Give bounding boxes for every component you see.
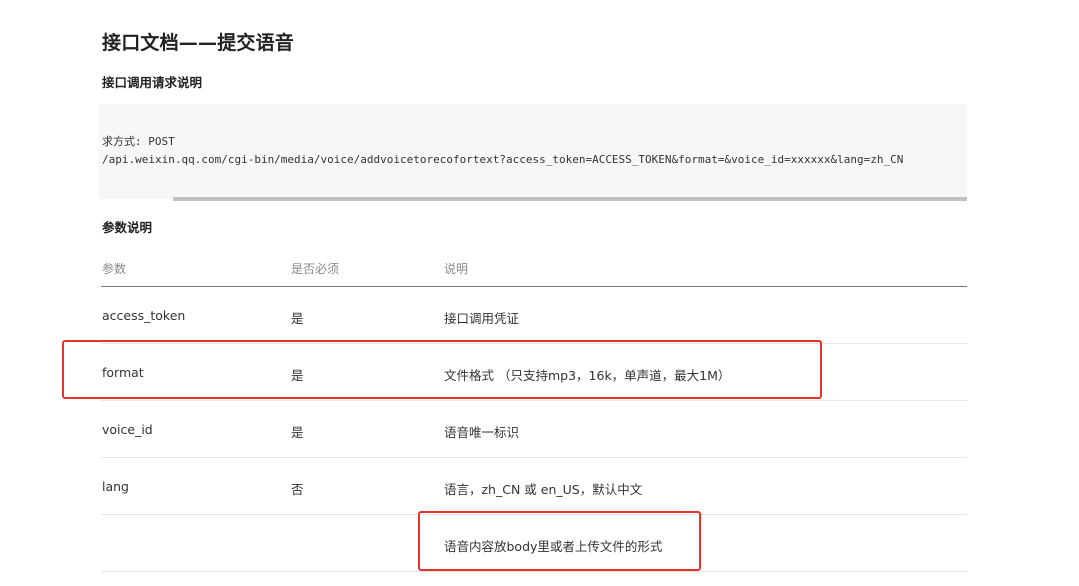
cell-required: 是 [291,311,304,326]
cell-required: 是 [291,425,304,440]
header-required: 是否必须 [291,262,340,276]
cell-description: 语言，zh_CN 或 en_US，默认中文 [444,482,643,497]
table-header: 参数 是否必须 说明 [101,243,967,287]
page-title: 接口文档——提交语音 [102,32,295,54]
cell-param: access_token [102,308,186,323]
highlight-box-format-row [62,340,822,399]
request-code-block: 求方式: POST /api.weixin.qq.com/cgi-bin/med… [98,104,967,199]
header-param: 参数 [102,262,127,276]
request-section-heading: 接口调用请求说明 [102,75,203,90]
header-description: 说明 [444,262,469,276]
cell-param: voice_id [102,422,153,437]
code-line-url: /api.weixin.qq.com/cgi-bin/media/voice/a… [102,153,904,166]
cell-required: 否 [291,482,304,497]
params-section-heading: 参数说明 [102,220,153,235]
cell-description: 语音唯一标识 [444,425,520,440]
table-row: lang 否 语言，zh_CN 或 en_US，默认中文 [101,458,967,515]
table-row: voice_id 是 语音唯一标识 [101,401,967,458]
highlight-box-body-note [418,511,701,571]
code-line-method: 求方式: POST [102,135,175,148]
cell-description: 接口调用凭证 [444,311,520,326]
table-row: access_token 是 接口调用凭证 [101,287,967,344]
code-horizontal-scrollbar[interactable] [173,197,967,201]
cell-param: lang [102,479,129,494]
